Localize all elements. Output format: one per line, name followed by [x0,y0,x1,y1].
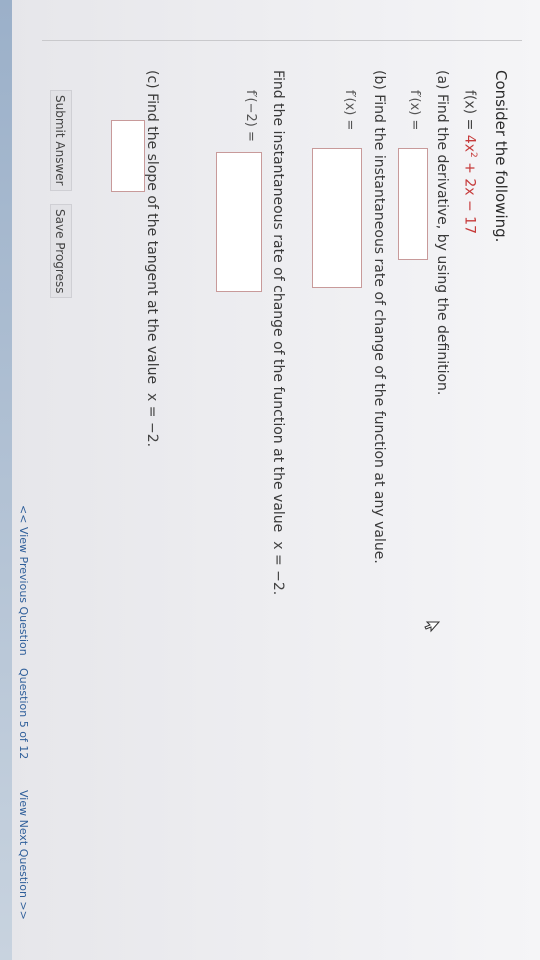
function-prefix: f(x) = [461,90,478,135]
question-heading: Consider the following. [492,70,510,243]
part-c-prompt: (c) Find the slope of the tangent at the… [144,70,160,385]
part-b-followup-text: Find the instantaneous rate of change of… [270,70,286,533]
part-b-followup-answer-input[interactable] [216,152,262,292]
part-a-answer-input[interactable] [398,148,428,260]
part-a-label: f′(x) = [407,90,422,131]
part-b-followup: Find the instantaneous rate of change of… [270,70,286,595]
rotated-stage: Consider the following. f(x) = 4x2 + 2x … [0,0,540,960]
part-b-followup-label: f′(−2) = [243,90,258,142]
bottom-strip [0,0,12,960]
part-b-followup-value: x = −2. [270,541,286,596]
part-a-prompt: (a) Find the derivative, by using the de… [434,70,450,396]
previous-question-link[interactable]: << View Previous Question [17,505,30,656]
part-c-prompt-line: (c) Find the slope of the tangent at the… [144,70,160,447]
submit-answer-button[interactable]: Submit Answer [50,90,72,191]
question-position: Question 5 of 12 [17,668,30,760]
part-b-answer-input[interactable] [312,148,362,288]
part-b-prompt: (b) Find the instantaneous rate of chang… [371,70,387,564]
function-definition: f(x) = 4x2 + 2x − 17 [461,90,478,234]
part-c-answer-input[interactable] [111,120,145,192]
function-term-a: 4x [461,134,478,152]
mouse-pointer-icon [424,621,440,633]
function-term-b: + 2x − 17 [461,157,478,234]
next-question-link[interactable]: View Next Question >> [17,790,30,920]
part-c-value: x = −2. [144,393,160,448]
part-b-label: f′(x) = [342,90,357,131]
question-card: Consider the following. f(x) = 4x2 + 2x … [0,0,540,960]
save-progress-button[interactable]: Save Progress [50,204,72,299]
